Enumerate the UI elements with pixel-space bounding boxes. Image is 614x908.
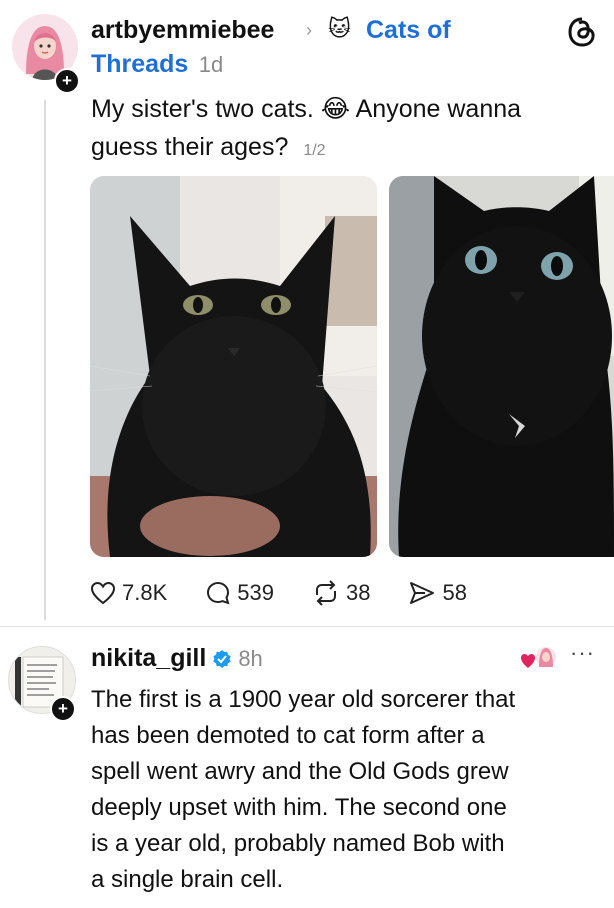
post-actions-bar: 7.8K 539 38 58 [90,580,467,606]
community-line2-row: Threads 1d [91,50,223,79]
liked-by-author-icon [520,642,556,677]
repost-button[interactable]: 38 [312,580,370,606]
reply-text-line: is a year old, probably named Bob with [91,830,505,857]
reply-text-line: has been demoted to cat form after a [91,722,485,749]
reply-icon [207,581,230,605]
heart-icon [90,581,116,605]
reply-header: nikita_gill 8h [91,644,263,673]
breadcrumb-chevron-icon: › [306,20,312,40]
like-count: 7.8K [122,580,168,605]
post-username[interactable]: artbyemmiebee [91,16,274,45]
verified-badge-icon [213,649,232,668]
reply-text-line: deeply upset with him. The second one [91,794,507,821]
like-button[interactable]: 7.8K [90,580,167,606]
post-text-c: guess their ages? [91,133,289,161]
follow-plus-icon[interactable]: + [50,696,76,722]
cat-photo-1[interactable] [90,176,377,557]
share-icon [410,582,435,604]
share-button[interactable]: 58 [408,580,467,606]
reply-text-line: The first is a 1900 year old sorcerer th… [91,686,516,713]
community-link[interactable]: Cats of [366,16,451,45]
repost-count: 38 [345,580,371,605]
carousel-page-indicator: 1/2 [303,142,326,159]
reply-text-line: spell went awry and the Old Gods grew [91,758,509,785]
laughing-emoji-icon: 😂 [320,95,351,123]
post-text-b: Anyone wanna [355,95,522,123]
post-text-line2: guess their ages? 1/2 [91,128,326,170]
post-text-a: My sister's two cats. [91,95,314,123]
post-thread-line [44,100,46,620]
share-count: 58 [442,580,467,605]
divider [0,626,614,627]
post-timestamp: 1d [198,52,224,77]
repost-icon [315,580,336,606]
follow-plus-icon[interactable]: + [54,68,80,94]
reply-count: 539 [237,580,274,605]
more-icon[interactable]: ··· [570,640,595,666]
reply-text-line: a single brain cell. [91,866,284,893]
reply-button[interactable]: 539 [205,580,274,606]
threads-logo-icon[interactable] [566,16,598,53]
reply-timestamp: 8h [238,645,263,671]
cat-photo-2[interactable] [389,176,614,557]
post-text-line1: My sister's two cats. 😂 Anyone wanna [91,90,521,128]
community-link-line2[interactable]: Threads [91,50,188,78]
reply-text: The first is a 1900 year old sorcerer th… [91,682,515,898]
cat-emoji-icon: 🐱 [328,16,351,41]
reply-username[interactable]: nikita_gill [91,644,206,673]
